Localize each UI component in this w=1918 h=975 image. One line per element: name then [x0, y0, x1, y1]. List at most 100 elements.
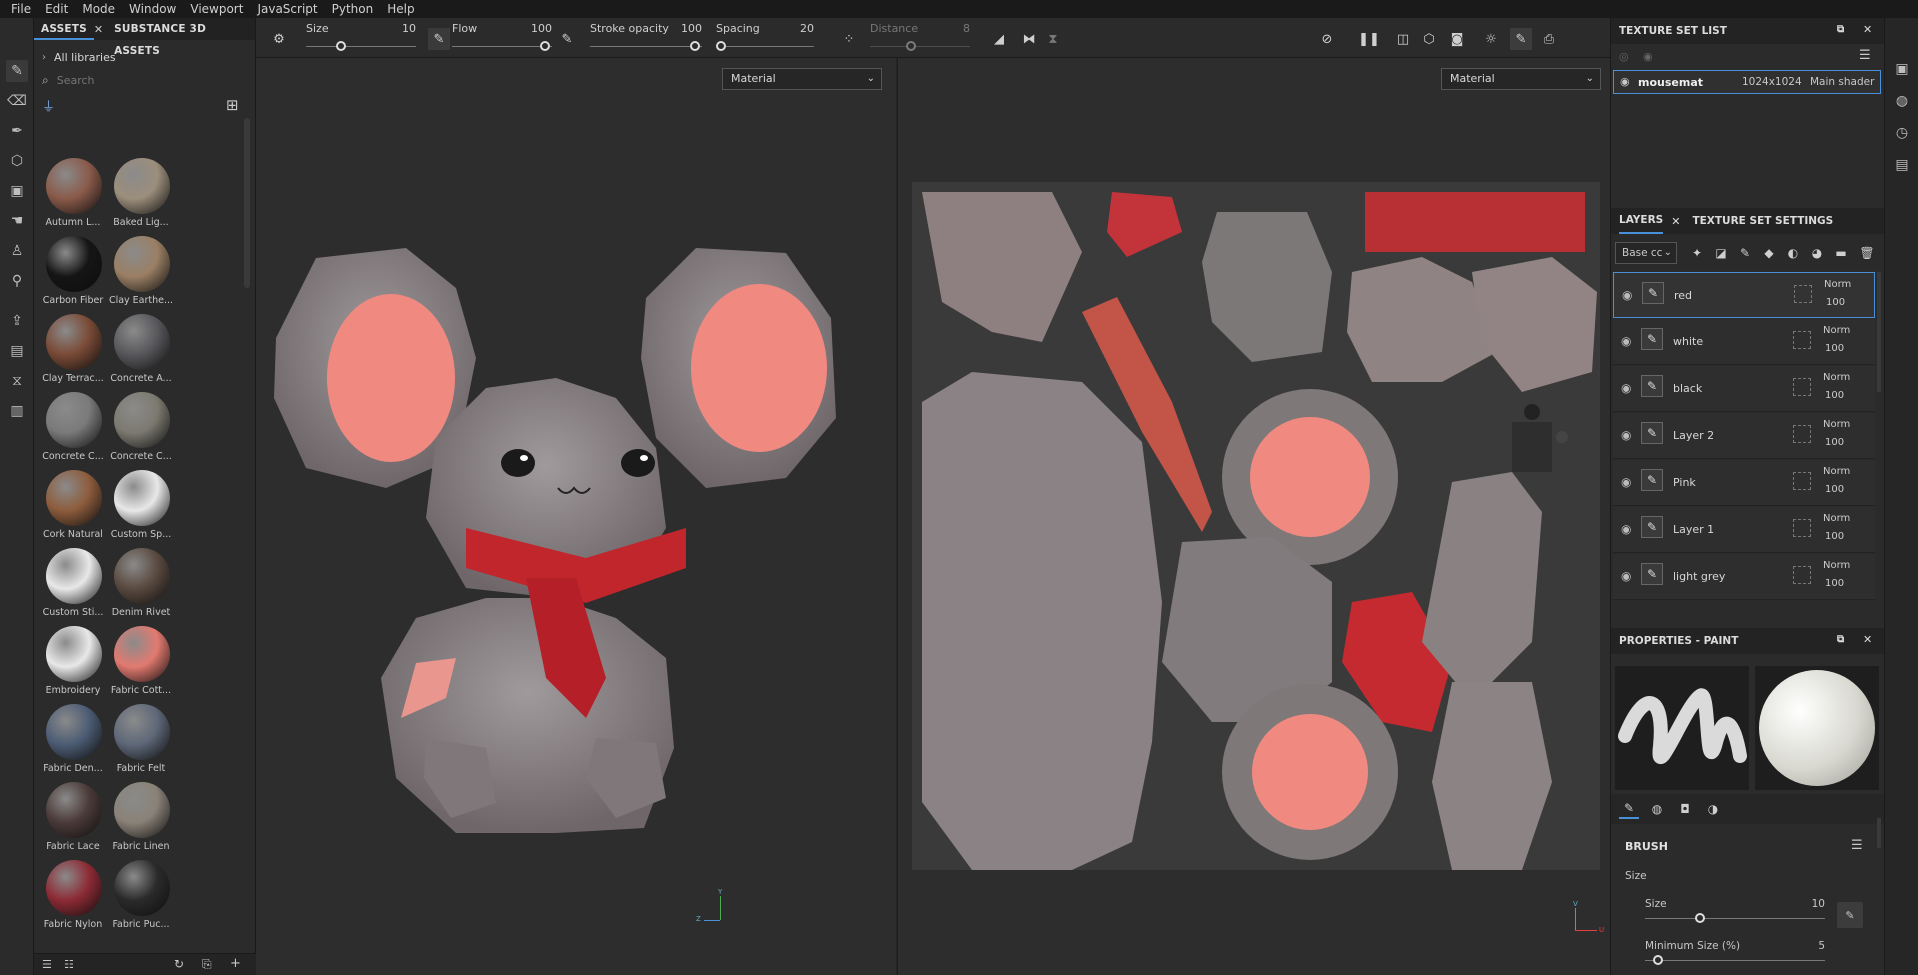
layer-opacity[interactable]: 100: [1825, 578, 1844, 589]
layer-name[interactable]: black: [1673, 382, 1702, 395]
distance-track[interactable]: [870, 46, 970, 47]
layer-row[interactable]: ◉ ✎ Layer 1 Norm 100: [1613, 507, 1875, 553]
brush-tab-icon[interactable]: ✎: [1619, 799, 1639, 819]
brush-preset-icon[interactable]: ⚙: [268, 28, 290, 50]
layer-mask-slot[interactable]: [1793, 331, 1811, 349]
min-size-value[interactable]: 5: [1809, 940, 1825, 952]
pen-pressure-flow-icon[interactable]: ✎: [556, 28, 578, 50]
delete-layer-icon[interactable]: 🗑: [1857, 243, 1877, 263]
menu-python[interactable]: Python: [325, 0, 381, 18]
uv-texture-map[interactable]: [912, 182, 1600, 870]
mouse-model[interactable]: [256, 58, 896, 975]
layer-mask-slot[interactable]: [1793, 378, 1811, 396]
texture-set-menu-icon[interactable]: ☰: [1859, 48, 1871, 63]
add-effect-icon[interactable]: ✦: [1687, 243, 1707, 263]
import-icon[interactable]: ⎘: [202, 957, 212, 972]
layer-blend-mode[interactable]: Norm: [1824, 279, 1851, 290]
asset-tile[interactable]: Custom Sti...: [40, 548, 108, 618]
layer-mask-slot[interactable]: [1793, 519, 1811, 537]
stroke-opacity-knob[interactable]: [690, 41, 700, 51]
bake-tool-icon[interactable]: ▤: [6, 340, 28, 362]
flow-value[interactable]: 100: [531, 22, 552, 35]
asset-tile[interactable]: Concrete C...: [108, 392, 176, 462]
tree-view-icon[interactable]: ☷: [64, 958, 74, 971]
add-smart-material-icon[interactable]: ◐: [1783, 243, 1803, 263]
texture-set-shader[interactable]: Main shader: [1810, 76, 1874, 88]
add-paint-layer-icon[interactable]: ✎: [1735, 243, 1755, 263]
menu-viewport[interactable]: Viewport: [183, 0, 250, 18]
eye-icon[interactable]: ◉: [1621, 522, 1631, 536]
layer-blend-mode[interactable]: Norm: [1823, 513, 1850, 524]
menu-edit[interactable]: Edit: [38, 0, 75, 18]
export-tool-icon[interactable]: ⇪: [6, 310, 28, 332]
layer-mask-slot[interactable]: [1793, 472, 1811, 490]
alpha-tab-icon[interactable]: ◍: [1647, 799, 1667, 819]
pause-icon[interactable]: ❚❚: [1358, 28, 1380, 50]
size-value[interactable]: 10: [402, 22, 416, 35]
layer-blend-mode[interactable]: Norm: [1823, 372, 1850, 383]
asset-tile[interactable]: Fabric Felt: [108, 704, 176, 774]
stroke-opacity-slider[interactable]: Stroke opacity 100: [590, 18, 702, 54]
clone-tool-icon[interactable]: ♙: [6, 240, 28, 262]
undock-icon[interactable]: ⧉: [1837, 24, 1844, 35]
stencil-tab-icon[interactable]: ◘: [1675, 799, 1695, 819]
close-icon[interactable]: ✕: [1863, 23, 1872, 36]
asset-tile[interactable]: Denim Rivet: [108, 548, 176, 618]
add-fill-layer-icon[interactable]: ◆: [1759, 243, 1779, 263]
layer-name[interactable]: Layer 2: [1673, 429, 1714, 442]
geometry-mask-tool-icon[interactable]: ⬡: [6, 150, 28, 172]
asset-tile[interactable]: Embroidery: [40, 626, 108, 696]
menu-window[interactable]: Window: [122, 0, 183, 18]
size-track[interactable]: [306, 46, 416, 47]
brush-size-knob[interactable]: [1695, 913, 1705, 923]
eye-icon[interactable]: ◉: [1621, 475, 1631, 489]
asset-tile[interactable]: Cork Natural: [40, 470, 108, 540]
asset-tile[interactable]: Fabric Den...: [40, 704, 108, 774]
close-icon[interactable]: ✕: [1863, 633, 1872, 646]
camera-icon[interactable]: ◙: [1446, 28, 1468, 50]
layer-name[interactable]: light grey: [1673, 570, 1725, 583]
spacing-slider[interactable]: Spacing 20: [716, 18, 814, 54]
screenshot-icon[interactable]: ⎙: [1538, 28, 1560, 50]
min-size-knob[interactable]: [1653, 955, 1663, 965]
eye-all-icon[interactable]: ◉: [1643, 50, 1653, 63]
menu-mode[interactable]: Mode: [75, 0, 122, 18]
distance-knob[interactable]: [906, 41, 916, 51]
eye-toggle-icon[interactable]: ◎: [1619, 50, 1629, 63]
hide-mesh-icon[interactable]: ⊘: [1316, 28, 1338, 50]
flow-slider[interactable]: Flow 100: [452, 18, 552, 54]
symmetry-disabled-icon[interactable]: ⧗: [1042, 28, 1064, 50]
spacing-knob[interactable]: [716, 41, 726, 51]
list-view-icon[interactable]: ☰: [42, 958, 52, 971]
size-knob[interactable]: [336, 41, 346, 51]
asset-tile[interactable]: Fabric Linen: [108, 782, 176, 852]
material-tab-icon[interactable]: ◑: [1703, 799, 1723, 819]
smudge-tool-icon[interactable]: ☚: [6, 210, 28, 232]
asset-tile[interactable]: Clay Terrac...: [40, 314, 108, 384]
asset-tile[interactable]: Custom Sp...: [108, 470, 176, 540]
asset-tile[interactable]: Autumn L...: [40, 158, 108, 228]
distance-value[interactable]: 8: [963, 22, 970, 35]
projection-tool-icon[interactable]: ✒: [6, 120, 28, 142]
asset-tile[interactable]: Concrete C...: [40, 392, 108, 462]
asset-tile[interactable]: Fabric Puc...: [108, 860, 176, 930]
eye-icon[interactable]: ◉: [1620, 75, 1630, 88]
layer-opacity[interactable]: 100: [1825, 390, 1844, 401]
asset-tile[interactable]: Carbon Fiber: [40, 236, 108, 306]
add-anchor-icon[interactable]: ◕: [1807, 243, 1827, 263]
layer-row[interactable]: ◉ ✎ black Norm 100: [1613, 366, 1875, 412]
asset-tile[interactable]: Baked Lig...: [108, 158, 176, 228]
environment-icon[interactable]: ☼: [1480, 28, 1502, 50]
timeline-tool-icon[interactable]: ⧖: [6, 370, 28, 392]
distance-slider[interactable]: Distance 8: [870, 18, 970, 54]
close-layers-icon[interactable]: ✕: [1671, 215, 1680, 228]
layer-name[interactable]: Pink: [1673, 476, 1696, 489]
texture-set-dock-icon[interactable]: ▣: [1891, 58, 1913, 80]
add-folder-icon[interactable]: ▬: [1831, 243, 1851, 263]
layer-blend-mode[interactable]: Norm: [1823, 466, 1850, 477]
eye-icon[interactable]: ◉: [1621, 428, 1631, 442]
paint-mode-icon[interactable]: ✎: [1510, 28, 1532, 50]
lazy-mouse-icon[interactable]: ⁘: [838, 28, 860, 50]
stroke-opacity-value[interactable]: 100: [681, 22, 702, 35]
menu-javascript[interactable]: JavaScript: [250, 0, 324, 18]
